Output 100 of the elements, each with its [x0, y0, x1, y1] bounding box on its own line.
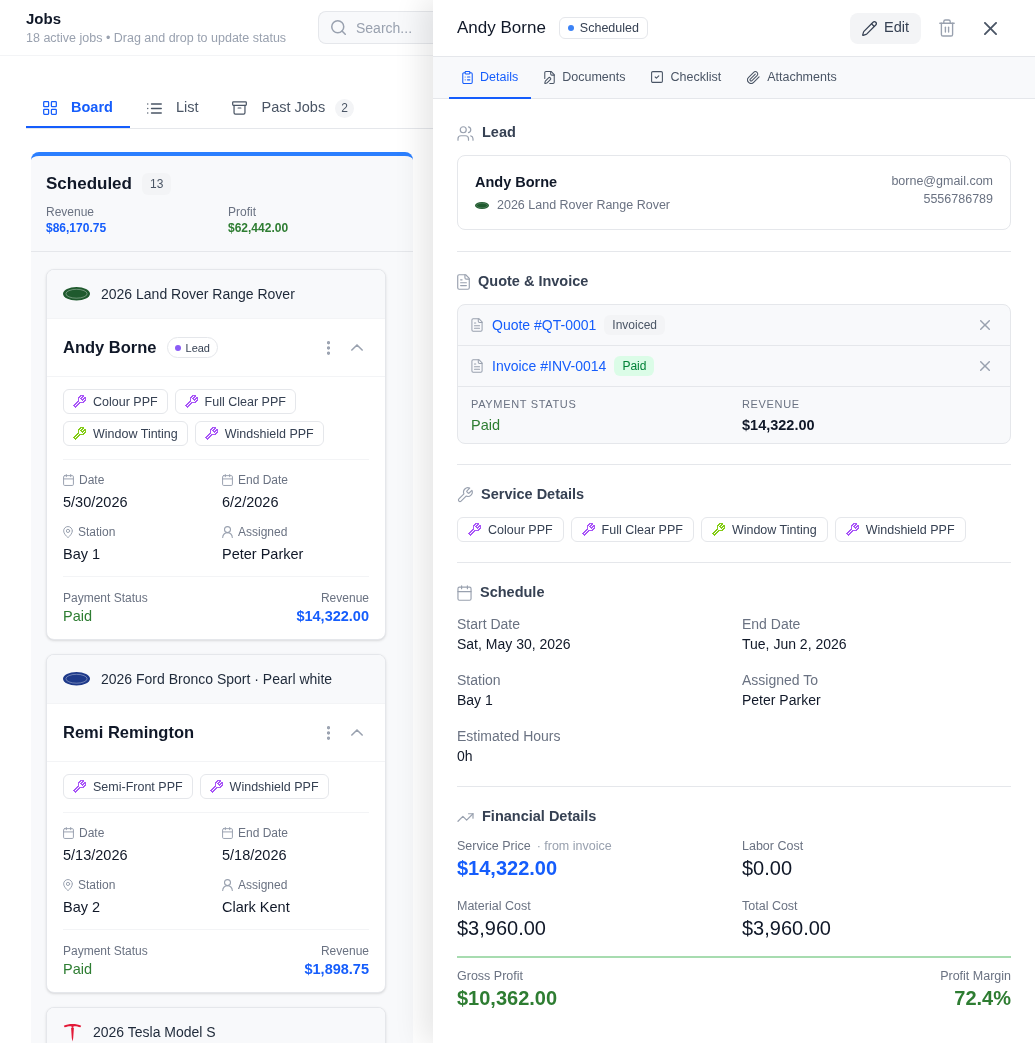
field-value: Sat, May 30, 2026	[457, 635, 572, 654]
summary-label: PAYMENT STATUS	[471, 397, 578, 412]
summary-value: $14,322.00	[742, 416, 816, 435]
revenue-amount: $1,898.75	[304, 960, 369, 979]
calendar-icon	[222, 827, 233, 839]
total-label: Gross Profit	[457, 968, 524, 984]
metric-value: $14,322.00	[457, 856, 559, 881]
view-tab[interactable]: Past Jobs 2	[215, 90, 372, 128]
collapse-icon[interactable]	[351, 344, 363, 351]
metric-value: $3,960.00	[742, 916, 832, 941]
close-icon[interactable]	[984, 21, 997, 35]
service-name: Semi-Front PPF	[93, 778, 183, 795]
email-address: borne@gmail.com	[891, 173, 993, 190]
panel-tab[interactable]: Checklist	[638, 57, 735, 99]
vehicle-name: 2026 Ford Bronco Sport · Pearl white	[101, 671, 333, 687]
field-label: End Date	[238, 472, 289, 488]
field-label: Revenue	[320, 590, 369, 606]
field-label: Assigned To	[742, 671, 819, 690]
service-name: Windshield PPF	[224, 425, 314, 442]
stat-label: Profit	[228, 204, 257, 220]
view-tab[interactable]: List	[129, 90, 216, 128]
service-name: Colour PPF	[93, 393, 158, 410]
list-icon	[146, 102, 162, 114]
grid-icon	[43, 101, 57, 115]
remove-icon[interactable]	[980, 320, 990, 330]
field-label: Date	[79, 472, 105, 488]
remove-icon[interactable]	[980, 361, 990, 371]
lead-name: Andy Borne	[475, 173, 559, 192]
edit-button[interactable]: Edit	[850, 12, 921, 44]
summary-label: REVENUE	[742, 397, 801, 412]
field-label: Station	[78, 877, 116, 893]
field-label: Date	[79, 825, 105, 841]
panel-tab[interactable]: Attachments	[734, 57, 850, 99]
page-subtitle: 18 active jobs • Drag and drop to update status	[26, 30, 287, 46]
field-value: 5/18/2026	[222, 846, 288, 865]
metric-value: $3,960.00	[457, 916, 547, 941]
vehicle-name: 2026 Land Rover Range Rover	[101, 286, 295, 302]
field-label: Estimated Hours	[457, 727, 562, 746]
more-options-icon[interactable]	[327, 340, 330, 355]
field-value: 5/13/2026	[63, 846, 129, 865]
calendar-icon	[457, 585, 472, 601]
service-name: Full Clear PPF	[204, 393, 286, 410]
service-name: Windshield PPF	[229, 778, 319, 795]
payment-status: Paid	[63, 960, 94, 979]
service-name: Colour PPF	[488, 521, 553, 538]
field-label: Station	[78, 524, 116, 540]
metric-label: Service Price	[457, 838, 531, 854]
calendar-icon	[63, 474, 74, 486]
field-value: Bay 1	[457, 691, 494, 710]
trash-icon[interactable]	[939, 19, 955, 37]
panel-tab[interactable]: Documents	[531, 57, 639, 99]
field-value: Peter Parker	[222, 545, 305, 564]
search-icon	[331, 20, 346, 35]
vehicle-name: 2026 Tesla Model S	[93, 1024, 216, 1040]
payment-status: Paid	[63, 607, 94, 626]
status-label: Scheduled	[579, 20, 639, 36]
user-icon	[222, 526, 233, 538]
field-value: Tue, Jun 2, 2026	[742, 635, 848, 654]
metric-label: Labor Cost	[742, 838, 804, 854]
field-label: Revenue	[320, 943, 369, 959]
section-title: Financial Details	[482, 807, 597, 827]
section-title: Schedule	[480, 583, 545, 603]
archive-box-icon	[232, 101, 248, 115]
service-name: Window Tinting	[93, 425, 178, 442]
field-value: Peter Parker	[742, 691, 822, 710]
file-edit-icon	[544, 70, 556, 84]
search-field[interactable]: Search...	[318, 11, 433, 44]
checkbox-icon	[651, 71, 664, 83]
field-label: End Date	[238, 825, 289, 841]
field-label: Assigned	[238, 877, 288, 893]
pencil-icon	[862, 20, 877, 36]
metric-label: Total Cost	[742, 898, 798, 914]
collapse-icon[interactable]	[351, 729, 363, 736]
total-value: $10,362.00	[457, 986, 558, 1011]
service-name: Windshield PPF	[865, 521, 955, 538]
field-value: Bay 1	[63, 545, 102, 564]
stat-label: Revenue	[46, 204, 96, 220]
field-value: 6/2/2026	[222, 493, 280, 512]
document-link[interactable]: Invoice #INV-0014	[492, 355, 607, 377]
field-label: Start Date	[457, 615, 522, 634]
field-label: Payment Status	[63, 590, 148, 606]
more-options-icon[interactable]	[327, 725, 330, 740]
service-name: Full Clear PPF	[601, 521, 683, 538]
metric-value: $0.00	[742, 856, 794, 881]
customer-name: Remi Remington	[63, 722, 195, 744]
document-link[interactable]: Quote #QT-0001	[492, 314, 597, 336]
view-tab[interactable]: Board	[26, 90, 130, 128]
document-icon	[471, 318, 483, 332]
wrench-icon	[457, 487, 473, 503]
panel-title: Andy Borne	[457, 17, 546, 40]
document-icon	[457, 274, 470, 290]
panel-tab[interactable]: Details	[449, 57, 532, 99]
stat-value: $62,442.00	[228, 220, 290, 236]
field-value: Bay 2	[63, 898, 102, 917]
stat-value: $86,170.75	[46, 220, 108, 236]
phone-number: 5556786789	[923, 191, 993, 208]
status-badge: Paid	[614, 356, 655, 376]
total-label: Profit Margin	[940, 968, 1011, 984]
vehicle-name: 2026 Land Rover Range Rover	[497, 197, 671, 213]
metric-note: · from invoice	[536, 838, 612, 854]
